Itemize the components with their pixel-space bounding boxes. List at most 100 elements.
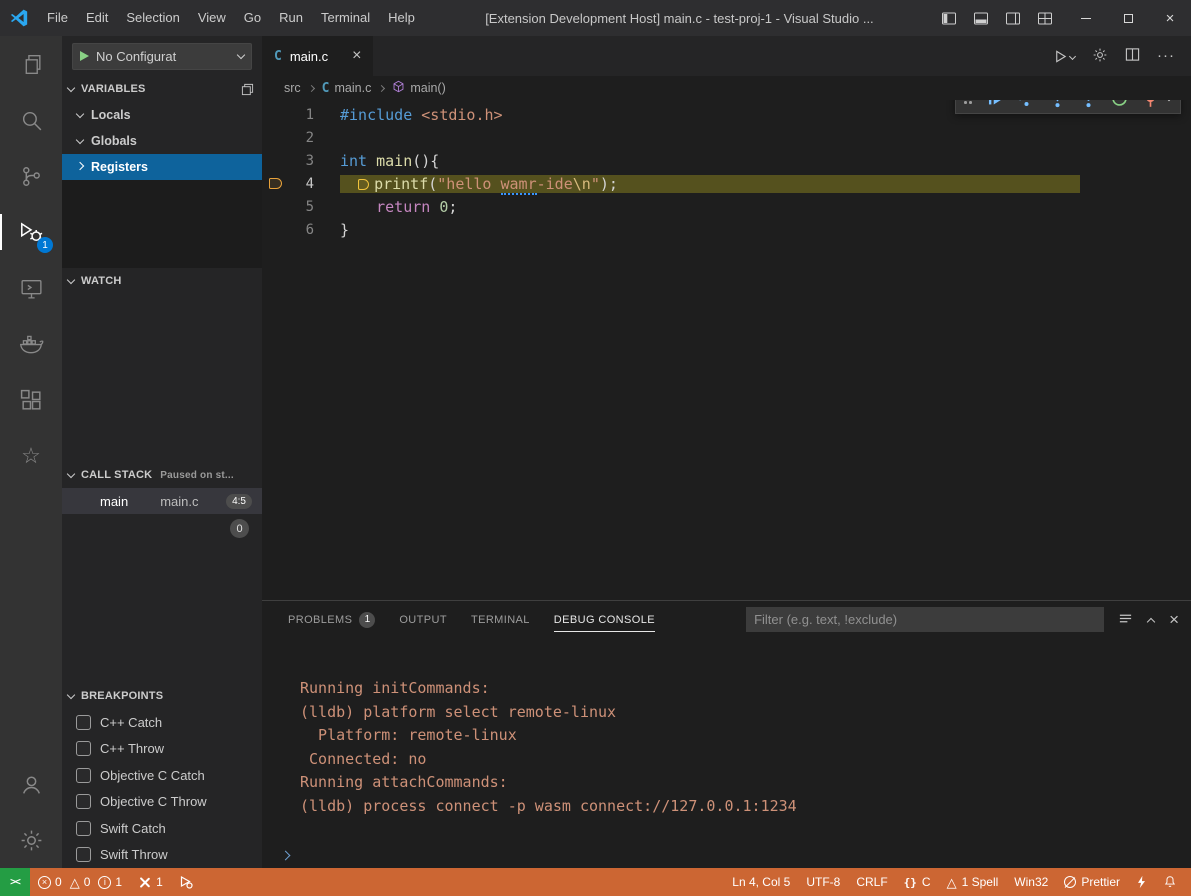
maximize-panel-icon[interactable] <box>1147 617 1155 625</box>
variables-item-globals[interactable]: Globals <box>62 128 262 154</box>
breakpoint-checkbox[interactable] <box>76 741 91 756</box>
breakpoint-item-objective-c-throw[interactable]: Objective C Throw <box>62 789 262 816</box>
disconnect-button[interactable] <box>1139 100 1161 109</box>
toggle-primary-sidebar-icon[interactable] <box>935 4 963 32</box>
extensions-icon[interactable] <box>0 372 62 428</box>
breakpoint-item-c-catch[interactable]: C++ Catch <box>62 709 262 736</box>
chevron-down-icon <box>76 110 84 118</box>
minimize-button[interactable] <box>1065 0 1107 36</box>
debug-status[interactable] <box>171 868 201 896</box>
menu-view[interactable]: View <box>189 0 235 36</box>
step-into-button[interactable] <box>1046 100 1068 109</box>
code-line[interactable]: 3int main(){ <box>262 149 1191 172</box>
menu-terminal[interactable]: Terminal <box>312 0 379 36</box>
search-icon[interactable] <box>0 92 62 148</box>
docker-icon[interactable] <box>0 316 62 372</box>
breakpoint-item-objective-c-catch[interactable]: Objective C Catch <box>62 762 262 789</box>
run-or-debug-button[interactable] <box>1053 49 1075 64</box>
stack-frame-row[interactable]: main main.c 4:5 <box>62 488 262 514</box>
remote-indicator[interactable]: >< <box>0 868 30 896</box>
tab-main-c[interactable]: C main.c × <box>262 36 373 76</box>
toolchain-gear-icon[interactable] <box>1092 47 1108 66</box>
watch-section-header[interactable]: WATCH <box>62 268 262 294</box>
breakpoint-gutter[interactable] <box>262 178 288 189</box>
panel-tab-debug-console[interactable]: DEBUG CONSOLE <box>554 601 655 638</box>
step-out-button[interactable] <box>1077 100 1099 109</box>
breakpoint-item-c-throw[interactable]: C++ Throw <box>62 736 262 763</box>
platform-status[interactable]: Win32 <box>1006 868 1056 896</box>
accounts-icon[interactable] <box>0 756 62 812</box>
toolchain-status[interactable]: 1 <box>130 868 171 896</box>
encoding-status[interactable]: UTF-8 <box>798 868 848 896</box>
more-actions-icon[interactable]: ··· <box>1157 53 1175 59</box>
continue-button[interactable] <box>984 100 1006 109</box>
language-mode-status[interactable]: {} C <box>896 868 939 896</box>
panel-tab-terminal[interactable]: TERMINAL <box>471 601 530 638</box>
variables-section-header[interactable]: VARIABLES <box>62 76 262 102</box>
code-line[interactable]: 6} <box>262 218 1191 241</box>
breakpoint-checkbox[interactable] <box>76 768 91 783</box>
copy-icon[interactable] <box>241 83 254 96</box>
run-and-debug-icon[interactable]: 1 <box>0 204 62 260</box>
start-debug-icon[interactable] <box>80 51 89 61</box>
settings-gear-icon[interactable] <box>0 812 62 868</box>
problems-status[interactable]: ×0 △0 i1 <box>30 868 130 896</box>
variables-item-registers[interactable]: Registers <box>62 154 262 180</box>
formatter-status[interactable]: Prettier <box>1056 868 1128 896</box>
panel-tab-problems[interactable]: PROBLEMS1 <box>288 601 375 638</box>
variables-item-locals[interactable]: Locals <box>62 102 262 128</box>
menu-go[interactable]: Go <box>235 0 270 36</box>
restart-button[interactable] <box>1108 100 1130 109</box>
debug-console-output[interactable]: Running initCommands:(lldb) platform sel… <box>262 638 1191 842</box>
debug-config-dropdown[interactable]: No Configurat <box>72 43 252 70</box>
menu-selection[interactable]: Selection <box>117 0 188 36</box>
step-over-button[interactable] <box>1015 100 1037 109</box>
breakpoint-checkbox[interactable] <box>76 794 91 809</box>
customize-layout-icon[interactable] <box>1031 4 1059 32</box>
inline-breakpoint-icon[interactable] <box>358 179 369 190</box>
c-language-icon: C <box>274 49 282 64</box>
chevron-down-icon[interactable] <box>1165 100 1173 101</box>
split-editor-icon[interactable] <box>1125 47 1140 65</box>
source-control-icon[interactable] <box>0 148 62 204</box>
close-panel-icon[interactable]: × <box>1169 611 1179 628</box>
close-tab-icon[interactable]: × <box>352 48 361 64</box>
menu-run[interactable]: Run <box>270 0 312 36</box>
toggle-secondary-sidebar-icon[interactable] <box>999 4 1027 32</box>
spell-checker-status[interactable]: △ 1 Spell <box>939 868 1007 896</box>
call-stack-section-header[interactable]: CALL STACK Paused on st... <box>62 462 262 488</box>
drag-handle-icon[interactable] <box>964 100 973 105</box>
breadcrumb-symbol[interactable]: main() <box>392 80 445 96</box>
remote-explorer-icon[interactable] <box>0 260 62 316</box>
breakpoint-item-swift-throw[interactable]: Swift Throw <box>62 842 262 869</box>
debug-console-input[interactable] <box>262 842 1191 868</box>
breakpoint-checkbox[interactable] <box>76 821 91 836</box>
breakpoints-section-header[interactable]: BREAKPOINTS <box>62 683 262 709</box>
breadcrumb-src[interactable]: src <box>284 81 301 95</box>
breadcrumb-file[interactable]: C main.c <box>322 81 372 96</box>
console-menu-icon[interactable] <box>1118 611 1133 629</box>
cursor-position-status[interactable]: Ln 4, Col 5 <box>724 868 798 896</box>
close-window-button[interactable]: × <box>1149 0 1191 36</box>
panel-tab-label: TERMINAL <box>471 614 530 626</box>
toggle-panel-icon[interactable] <box>967 4 995 32</box>
favorites-star-icon[interactable]: ☆ <box>0 428 62 484</box>
code-line[interactable]: 4 printf("hello wamr-ide\n"); <box>262 172 1191 195</box>
code-line[interactable]: 5 return 0; <box>262 195 1191 218</box>
breakpoint-checkbox[interactable] <box>76 847 91 862</box>
lightning-status[interactable] <box>1128 868 1155 896</box>
explorer-icon[interactable] <box>0 36 62 92</box>
breakpoint-checkbox[interactable] <box>76 715 91 730</box>
code-editor[interactable]: 1#include <stdio.h>23int main(){4 printf… <box>262 100 1191 600</box>
maximize-button[interactable] <box>1107 0 1149 36</box>
menu-file[interactable]: File <box>38 0 77 36</box>
menu-help[interactable]: Help <box>379 0 424 36</box>
panel-tab-output[interactable]: OUTPUT <box>399 601 447 638</box>
notifications-status[interactable] <box>1155 868 1185 896</box>
breakpoint-item-swift-catch[interactable]: Swift Catch <box>62 815 262 842</box>
console-filter-input[interactable] <box>746 607 1104 632</box>
code-token: printf <box>374 175 428 193</box>
eol-status[interactable]: CRLF <box>848 868 895 896</box>
menu-edit[interactable]: Edit <box>77 0 117 36</box>
code-line[interactable]: 2 <box>262 126 1191 149</box>
